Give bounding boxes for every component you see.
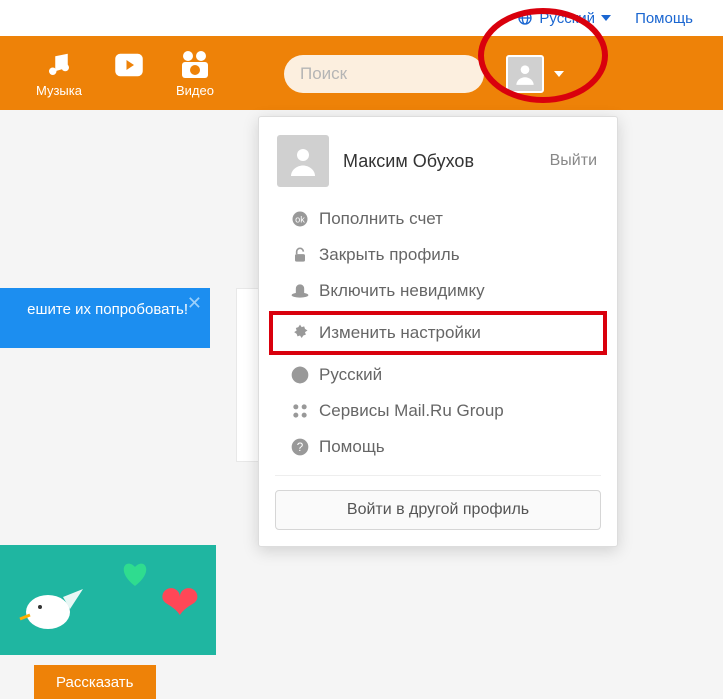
menu-item-label: Русский	[319, 365, 382, 385]
promo-banner: ✕ ешите их попробовать!	[0, 288, 210, 348]
menu-item-language[interactable]: Русский	[259, 357, 617, 393]
globe-icon	[517, 10, 533, 26]
language-label: Русский	[539, 10, 595, 27]
question-icon: ?	[289, 436, 311, 458]
menu-item-invisible[interactable]: Включить невидимку	[259, 273, 617, 309]
menu-item-label: Пополнить счет	[319, 209, 443, 229]
globe-icon	[289, 364, 311, 386]
close-icon[interactable]: ✕	[187, 292, 202, 315]
tell-button[interactable]: Рассказать	[34, 665, 156, 699]
lock-icon	[289, 244, 311, 266]
svg-text:ok: ok	[295, 214, 305, 224]
video-icon	[179, 49, 211, 81]
search-input[interactable]	[300, 64, 521, 84]
heart-icon: ❤	[160, 575, 200, 631]
music-icon	[44, 49, 74, 81]
menu-item-help[interactable]: ? Помощь	[259, 429, 617, 465]
nav-video-label: Видео	[176, 83, 214, 98]
nav-music[interactable]: Музыка	[36, 49, 82, 98]
avatar	[506, 55, 544, 93]
nav-music-label: Музыка	[36, 83, 82, 98]
hat-icon	[289, 280, 311, 302]
avatar	[277, 135, 329, 187]
other-profile-button[interactable]: Войти в другой профиль	[275, 490, 601, 530]
button-label: Рассказать	[56, 674, 134, 691]
profile-dropdown: Максим Обухов Выйти ok Пополнить счет За…	[258, 116, 618, 547]
menu-item-lock-profile[interactable]: Закрыть профиль	[259, 237, 617, 273]
play-icon	[114, 49, 144, 81]
top-util-bar: Русский Помощь	[0, 0, 723, 36]
banner-text: ешите их попробовать!	[27, 301, 188, 318]
grid-icon	[289, 400, 311, 422]
nav-play[interactable]	[114, 49, 144, 98]
help-link[interactable]: Помощь	[635, 10, 693, 27]
menu-item-label: Включить невидимку	[319, 281, 485, 301]
menu-item-settings[interactable]: Изменить настройки	[269, 311, 607, 355]
divider	[275, 475, 601, 476]
coin-icon: ok	[289, 208, 311, 230]
gear-icon	[289, 322, 311, 344]
search-box[interactable]	[284, 55, 484, 93]
profile-menu-trigger[interactable]	[506, 54, 564, 94]
menu-item-label: Помощь	[319, 437, 385, 457]
nav-video[interactable]: Видео	[176, 49, 214, 98]
bird-icon	[18, 577, 88, 642]
logout-link[interactable]: Выйти	[550, 152, 597, 170]
menu-item-label: Изменить настройки	[319, 323, 481, 343]
username-label: Максим Обухов	[343, 151, 536, 172]
chevron-down-icon	[554, 71, 564, 77]
menu-item-label: Сервисы Mail.Ru Group	[319, 401, 504, 421]
svg-text:?: ?	[297, 441, 304, 454]
promo-card: ❤	[0, 545, 216, 655]
nav-play-label	[127, 83, 131, 98]
heart-icon	[120, 559, 150, 589]
menu-item-topup[interactable]: ok Пополнить счет	[259, 201, 617, 237]
dropdown-header: Максим Обухов Выйти	[259, 117, 617, 201]
main-header: Музыка Видео	[0, 36, 723, 110]
menu-item-label: Закрыть профиль	[319, 245, 460, 265]
language-picker[interactable]: Русский	[517, 10, 611, 27]
chevron-down-icon	[601, 15, 611, 21]
button-label: Войти в другой профиль	[347, 501, 529, 519]
menu-item-services[interactable]: Сервисы Mail.Ru Group	[259, 393, 617, 429]
